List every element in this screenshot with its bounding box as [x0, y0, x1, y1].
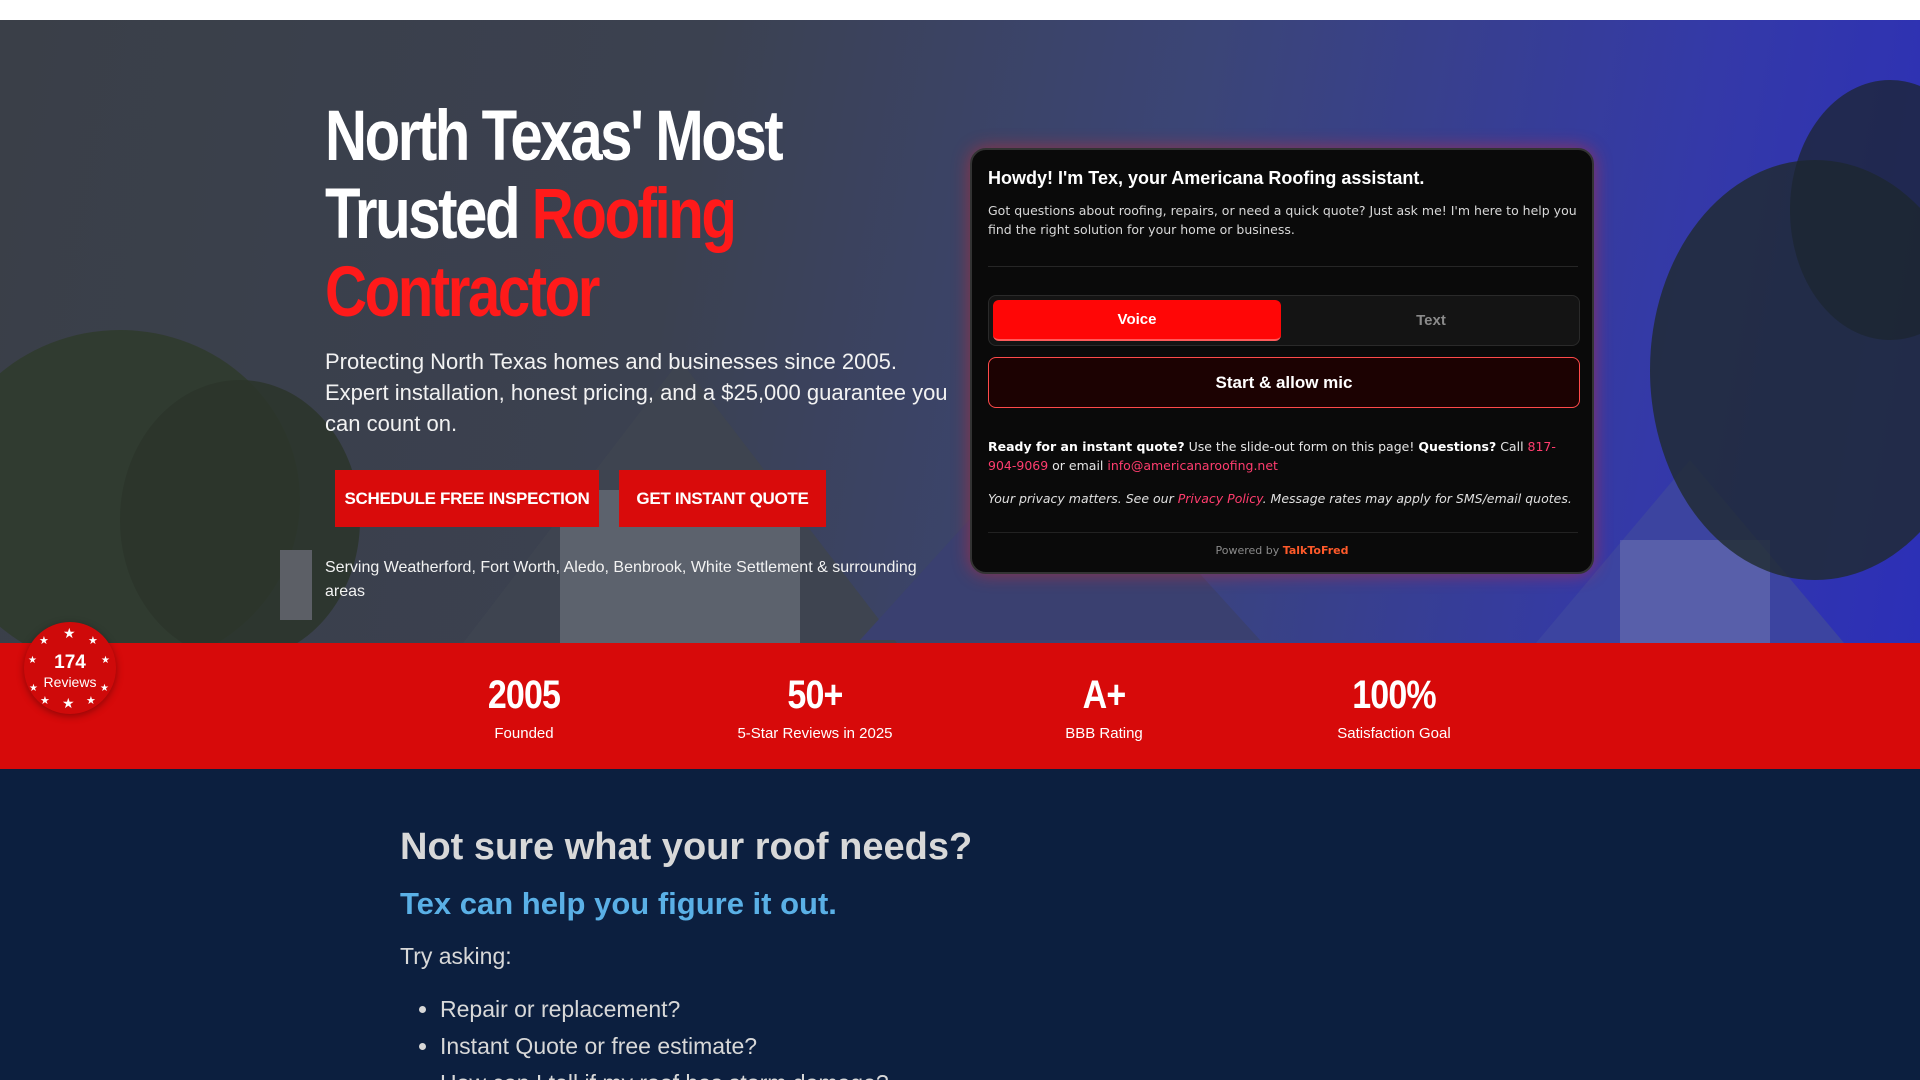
hero-subtext: Protecting North Texas homes and busines… [325, 349, 948, 436]
star-icon: ★ [62, 695, 75, 711]
mode-toggle: Voice Text [988, 295, 1580, 346]
tab-voice[interactable]: Voice [993, 300, 1281, 341]
stat-value: 50+ [787, 673, 843, 717]
stat-founded: 2005 Founded [414, 673, 634, 742]
chimney-decoration [280, 550, 312, 620]
try-asking-label: Try asking: [400, 943, 512, 969]
questions-label: Questions? [1418, 439, 1497, 454]
stat-reviews: 50+ 5-Star Reviews in 2025 [705, 673, 925, 742]
chat-widget: Howdy! I'm Tex, your Americana Roofing a… [970, 148, 1594, 574]
list-item: How can I tell if my roof has storm dama… [440, 1065, 889, 1080]
hero-headline: North Texas' Most Trusted Roofing Contra… [325, 98, 850, 332]
start-mic-button[interactable]: Start & allow mic [988, 357, 1580, 408]
powered-by: Powered by TalkToFred [972, 544, 1592, 557]
hero-section: North Texas' Most Trusted Roofing Contra… [0, 20, 1920, 643]
stat-bbb: A+ BBB Rating [994, 673, 1214, 742]
service-area-text: Serving Weatherford, Fort Worth, Aledo, … [325, 559, 917, 600]
chat-intro: Got questions about roofing, repairs, or… [988, 203, 1577, 237]
powered-by-label: Powered by [1215, 544, 1283, 557]
chat-divider [988, 266, 1578, 267]
top-bar [0, 0, 1920, 20]
privacy-post: . Message rates may apply for SMS/email … [1262, 491, 1572, 506]
review-count: 174 [54, 652, 86, 673]
quote-info: Ready for an instant quote? Use the slid… [988, 437, 1578, 475]
stats-bar: 2005 Founded 50+ 5-Star Reviews in 2025 … [0, 643, 1920, 769]
schedule-inspection-button[interactable]: SCHEDULE FREE INSPECTION [335, 470, 599, 527]
list-item: Instant Quote or free estimate? [440, 1028, 889, 1065]
stat-label: BBB Rating [1065, 725, 1143, 742]
tab-text[interactable]: Text [1285, 300, 1577, 341]
stat-satisfaction: 100% Satisfaction Goal [1284, 673, 1504, 742]
help-heading: Not sure what your roof needs? [400, 826, 973, 868]
star-icon: ★ [63, 625, 76, 641]
reviews-badge[interactable]: ★ ★ ★ ★ ★ ★ ★ ★ ★ ★ 174 Reviews [24, 622, 116, 714]
question-list: Repair or replacement? Instant Quote or … [440, 991, 889, 1080]
star-icon: ★ [88, 635, 98, 647]
star-icon: ★ [39, 635, 49, 647]
email-text: or email [1048, 458, 1108, 473]
privacy-note: Your privacy matters. See our Privacy Po… [988, 489, 1578, 508]
ready-text: Use the slide-out form on this page! [1184, 439, 1419, 454]
help-subheading: Tex can help you figure it out. [400, 886, 837, 921]
stat-value: 100% [1352, 673, 1436, 717]
stat-label: Satisfaction Goal [1337, 725, 1451, 742]
privacy-pre: Your privacy matters. See our [988, 491, 1178, 506]
stat-value: A+ [1082, 673, 1127, 717]
stat-value: 2005 [487, 673, 561, 717]
star-icon: ★ [86, 695, 96, 707]
ready-label: Ready for an instant quote? [988, 439, 1185, 454]
list-item: Repair or replacement? [440, 991, 889, 1028]
talktofred-link[interactable]: TalkToFred [1283, 544, 1349, 557]
stat-label: Founded [494, 725, 554, 742]
chat-divider [988, 532, 1578, 533]
chat-title: Howdy! I'm Tex, your Americana Roofing a… [988, 168, 1425, 188]
stat-label: 5-Star Reviews in 2025 [737, 725, 893, 742]
call-text: Call [1496, 439, 1528, 454]
privacy-policy-link[interactable]: Privacy Policy [1178, 491, 1263, 506]
tree-decoration [120, 380, 360, 643]
review-label: Reviews [43, 674, 97, 690]
instant-quote-button[interactable]: GET INSTANT QUOTE [619, 470, 826, 527]
help-section: Not sure what your roof needs? Tex can h… [0, 769, 1920, 1080]
star-icon: ★ [40, 695, 50, 707]
email-link[interactable]: info@americanaroofing.net [1107, 458, 1278, 473]
